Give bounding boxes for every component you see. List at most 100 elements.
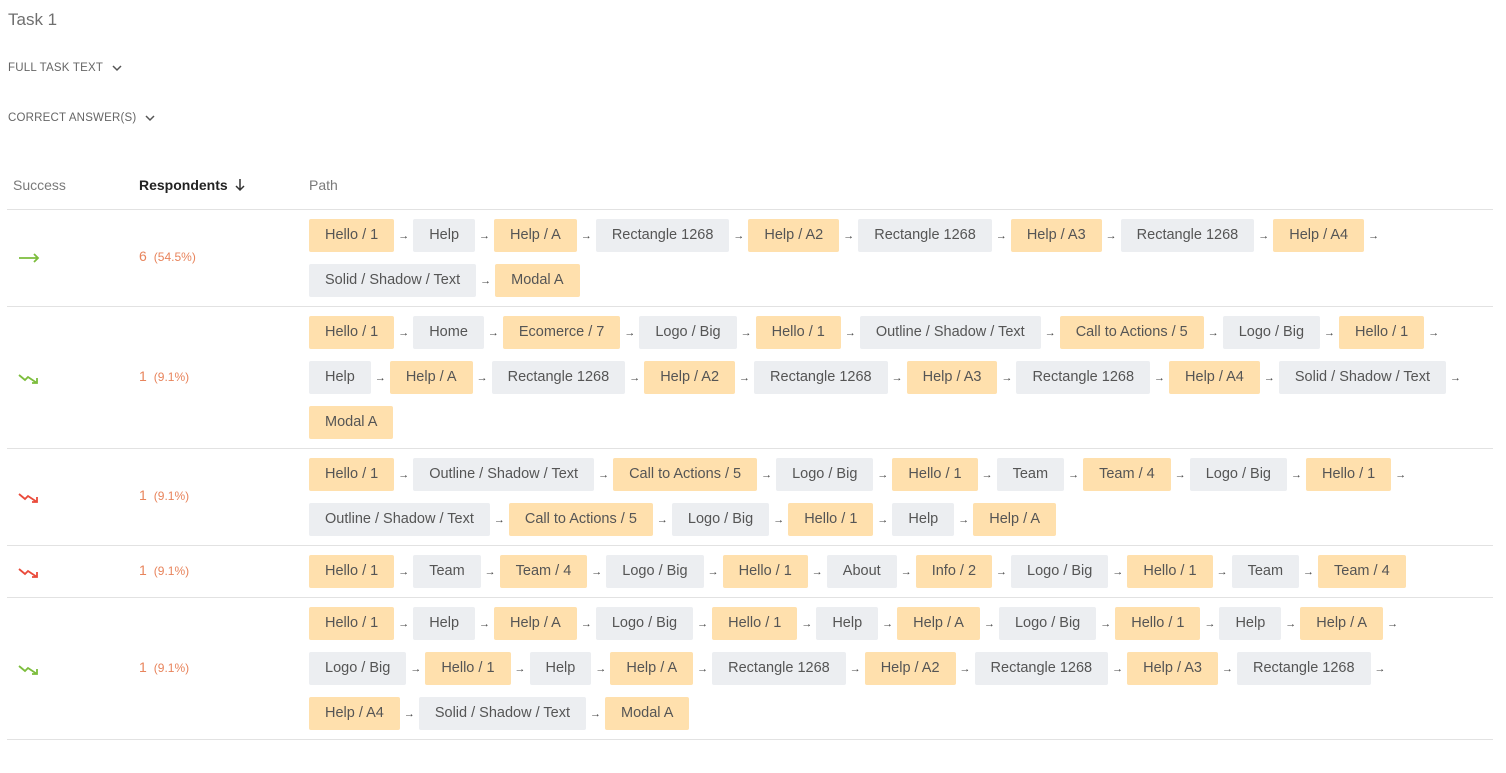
path-node-page[interactable]: Team / 4 <box>1083 458 1171 491</box>
path-node-page[interactable]: Hello / 1 <box>425 652 511 685</box>
respondent-percent: (9.1%) <box>153 489 190 503</box>
path-node-page[interactable]: Modal A <box>495 264 580 297</box>
path-node-page[interactable]: Help / A2 <box>748 219 840 252</box>
path-node-page[interactable]: Call to Actions / 5 <box>508 503 653 536</box>
path-node-frame[interactable]: Logo / Big <box>606 555 704 588</box>
path-node-frame[interactable]: Logo / Big <box>776 458 874 491</box>
path-node-frame[interactable]: Logo / Big <box>671 503 770 536</box>
path-node-page[interactable]: Hello / 1 <box>892 458 978 491</box>
path-node-frame[interactable]: Logo / Big <box>309 652 407 685</box>
path-node-frame[interactable]: Help <box>413 219 476 252</box>
path-node-page[interactable]: Modal A <box>309 406 394 439</box>
path-node-frame[interactable]: Rectangle 1268 <box>1016 361 1151 394</box>
table-row[interactable]: 1 (9.1%) Hello / 1 → Home → Ecomerce / 7 → Logo … <box>7 307 1493 449</box>
path-node-page[interactable]: Team / 4 <box>1318 555 1406 588</box>
arrow-right-icon: → <box>580 617 592 630</box>
path-node-page[interactable]: Ecomerce / 7 <box>502 316 621 349</box>
path-node-frame[interactable]: Help <box>309 361 371 394</box>
path-node-page[interactable]: Modal A <box>605 697 690 730</box>
path-node-page[interactable]: Hello / 1 <box>309 219 395 252</box>
path-node-page[interactable]: Hello / 1 <box>1127 555 1213 588</box>
path-node-page[interactable]: Help / A3 <box>1127 652 1218 685</box>
path-node-frame[interactable]: Help <box>816 607 879 640</box>
path-node-page[interactable]: Hello / 1 <box>1339 316 1425 349</box>
path-node-page[interactable]: Hello / 1 <box>712 607 798 640</box>
table-row[interactable]: 1 (9.1%) Hello / 1 → Team → Team / 4 → Logo / Bi… <box>7 546 1493 598</box>
arrow-right-icon: → <box>995 229 1007 242</box>
path-node-page[interactable]: Hello / 1 <box>309 458 395 491</box>
path-node-page[interactable]: Info / 2 <box>915 555 993 588</box>
path-node-frame[interactable]: Rectangle 1268 <box>1236 652 1371 685</box>
path-node-page[interactable]: Hello / 1 <box>755 316 841 349</box>
success-column-header[interactable]: Success <box>13 177 66 193</box>
path-node-frame[interactable]: Solid / Shadow / Text <box>1278 361 1447 394</box>
path-node-frame[interactable]: Home <box>413 316 484 349</box>
path-node-frame[interactable]: Rectangle 1268 <box>595 219 730 252</box>
path-node-page[interactable]: Help / A3 <box>1010 219 1102 252</box>
path-node-page[interactable]: Help / A2 <box>864 652 956 685</box>
path-node-page[interactable]: Help / A2 <box>644 361 736 394</box>
path-node-page[interactable]: Help / A <box>897 607 980 640</box>
path-node-frame[interactable]: Help <box>892 503 955 536</box>
path-node-frame[interactable]: Solid / Shadow / Text <box>309 264 477 297</box>
path-node-frame[interactable]: Team <box>996 458 1065 491</box>
path-node-page[interactable]: Help / A <box>610 652 694 685</box>
path-line: Help → Help / A → Rectangle 1268 → Help / A2 → R… <box>309 361 1489 394</box>
path-node-page[interactable]: Hello / 1 <box>1306 458 1392 491</box>
arrow-right-icon: → <box>996 565 1008 578</box>
path-node-page[interactable]: Hello / 1 <box>309 607 395 640</box>
arrow-right-icon: → <box>479 617 491 630</box>
path-node-page[interactable]: Hello / 1 <box>1115 607 1201 640</box>
respondents-column-header[interactable]: Respondents <box>139 177 246 193</box>
path-node-frame[interactable]: Outline / Shadow / Text <box>413 458 595 491</box>
table-row[interactable]: 6 (54.5%) Hello / 1 → Help → Help / A → Rectangl… <box>7 210 1493 307</box>
path-node-page[interactable]: Call to Actions / 5 <box>1059 316 1204 349</box>
path-node-page[interactable]: Help / A <box>494 607 577 640</box>
path-node-page[interactable]: Help / A3 <box>906 361 998 394</box>
path-node-page[interactable]: Help / A4 <box>1273 219 1365 252</box>
path-node-frame[interactable]: Logo / Big <box>998 607 1097 640</box>
path-node-page[interactable]: Help / A <box>389 361 473 394</box>
path-node-frame[interactable]: Help <box>1219 607 1282 640</box>
path-node-frame[interactable]: Team <box>413 555 481 588</box>
path-node-frame[interactable]: About <box>826 555 897 588</box>
path-node-page[interactable]: Hello / 1 <box>722 555 808 588</box>
table-row[interactable]: 1 (9.1%) Hello / 1 → Outline / Shadow / Text… <box>7 449 1493 546</box>
arrow-right-icon: → <box>398 468 410 481</box>
path-node-page[interactable]: Help / A <box>1300 607 1384 640</box>
path-node-frame[interactable]: Outline / Shadow / Text <box>859 316 1041 349</box>
path-node-page[interactable]: Help / A4 <box>1169 361 1260 394</box>
path-node-frame[interactable]: Team <box>1231 555 1300 588</box>
respondent-count: 1 (9.1%) <box>139 562 189 578</box>
path-node-frame[interactable]: Rectangle 1268 <box>754 361 888 394</box>
table-row[interactable]: 1 (9.1%) Hello / 1 → Help → Help / A → Logo / Bi… <box>7 598 1493 740</box>
path-node-frame[interactable]: Rectangle 1268 <box>491 361 626 394</box>
path-node-page[interactable]: Hello / 1 <box>788 503 874 536</box>
path-node-frame[interactable]: Help <box>529 652 592 685</box>
path-node-page[interactable]: Help / A <box>973 503 1057 536</box>
table-header: Success Respondents Path <box>7 168 1493 210</box>
path-node-frame[interactable]: Logo / Big <box>1189 458 1287 491</box>
path-node-page[interactable]: Call to Actions / 5 <box>613 458 758 491</box>
path-node-frame[interactable]: Rectangle 1268 <box>974 652 1109 685</box>
path-node-frame[interactable]: Outline / Shadow / Text <box>309 503 490 536</box>
path-node-frame[interactable]: Logo / Big <box>1222 316 1321 349</box>
path-node-frame[interactable]: Help <box>413 607 476 640</box>
path-node-page[interactable]: Help / A4 <box>309 697 400 730</box>
path-node-page[interactable]: Hello / 1 <box>309 555 395 588</box>
correct-answers-toggle[interactable]: CORRECT ANSWER(S) <box>8 112 156 124</box>
path-node-page[interactable]: Team / 4 <box>499 555 588 588</box>
path-node-frame[interactable]: Rectangle 1268 <box>1120 219 1255 252</box>
path-node-page[interactable]: Hello / 1 <box>309 316 395 349</box>
path-node-frame[interactable]: Rectangle 1268 <box>712 652 846 685</box>
path-node-frame[interactable]: Logo / Big <box>595 607 694 640</box>
path-node-frame[interactable]: Rectangle 1268 <box>858 219 992 252</box>
path-node-frame[interactable]: Logo / Big <box>639 316 737 349</box>
path-node-frame[interactable]: Logo / Big <box>1011 555 1109 588</box>
path-node-frame[interactable]: Solid / Shadow / Text <box>418 697 586 730</box>
arrow-right-icon: → <box>739 371 751 384</box>
full-task-text-toggle[interactable]: FULL TASK TEXT <box>8 62 123 74</box>
path-sequence: Hello / 1 → Help → Help / A → Logo / Big → Hello… <box>309 607 1489 742</box>
path-node-page[interactable]: Help / A <box>494 219 577 252</box>
path-column-header: Path <box>309 177 338 193</box>
